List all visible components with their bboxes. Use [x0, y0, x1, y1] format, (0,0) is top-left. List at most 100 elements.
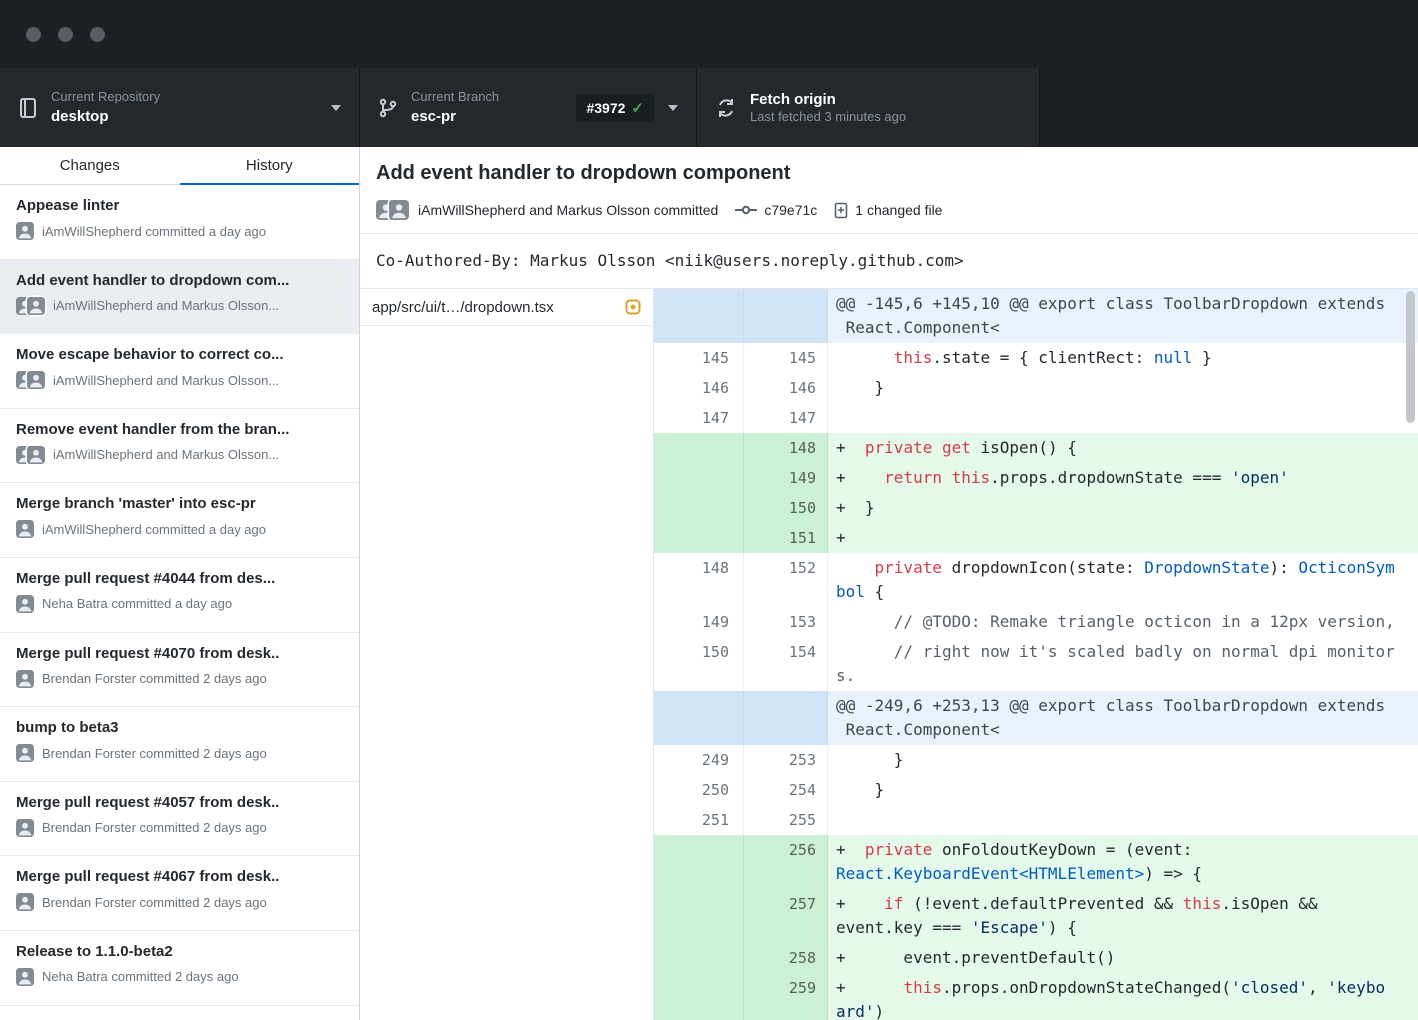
chevron-down-icon [331, 105, 341, 111]
avatar [16, 595, 34, 613]
commit-item[interactable]: Move escape behavior to correct co... iA… [0, 334, 359, 409]
toolbar-spacer [1040, 68, 1418, 147]
commit-meta-text: Neha Batra committed a day ago [42, 596, 232, 611]
avatar-stack [16, 371, 45, 389]
avatar [16, 893, 34, 911]
commit-meta-text: Brendan Forster committed 2 days ago [42, 820, 267, 835]
changed-files-label: 1 changed file [855, 202, 942, 218]
commit-meta: Brendan Forster committed 2 days ago [16, 744, 345, 762]
close-button[interactable] [26, 27, 41, 42]
diff-line: 150154 // right now it's scaled badly on… [654, 637, 1418, 691]
diff-line: 259+ this.props.onDropdownStateChanged('… [654, 973, 1418, 1020]
diff-line: 257+ if (!event.defaultPrevented && this… [654, 889, 1418, 943]
file-path: app/src/ui/t…/dropdown.tsx [372, 299, 554, 316]
sidebar: Changes History Appease linter iAmWillSh… [0, 147, 360, 1020]
commit-item[interactable]: Remove event handler from the bran... iA… [0, 409, 359, 484]
diff-line: 148152 private dropdownIcon(state: Dropd… [654, 553, 1418, 607]
commit-meta-text: iAmWillShepherd committed a day ago [42, 224, 266, 239]
fetch-origin-label: Fetch origin [750, 90, 906, 109]
avatar-stack [16, 446, 45, 464]
avatar [16, 670, 34, 688]
commit-title: Remove event handler from the bran... [16, 421, 345, 438]
diff-line: 150+ } [654, 493, 1418, 523]
ci-check-icon: ✓ [631, 99, 644, 117]
commit-avatars [376, 200, 409, 220]
avatar [389, 200, 409, 220]
avatar-stack [16, 595, 34, 613]
avatar [27, 446, 45, 464]
avatar-stack [16, 819, 34, 837]
diff-hunk-header: @@ -145,6 +145,10 @@ export class Toolba… [654, 289, 1418, 343]
toolbar-fetch-button[interactable]: Fetch origin Last fetched 3 minutes ago [697, 68, 1040, 147]
tab-history[interactable]: History [180, 147, 360, 185]
avatar-stack [16, 520, 34, 538]
commit-description: Co-Authored-By: Markus Olsson <niik@user… [360, 234, 1418, 289]
commit-meta: Neha Batra committed a day ago [16, 595, 345, 613]
commit-item[interactable]: Add event handler to dropdown com... iAm… [0, 260, 359, 335]
commit-icon [734, 203, 758, 217]
commit-meta: iAmWillShepherd and Markus Olsson... [16, 297, 345, 315]
commit-item[interactable]: Merge pull request #4057 from desk.. Bre… [0, 782, 359, 857]
minimize-button[interactable] [58, 27, 73, 42]
commit-meta: iAmWillShepherd committed a day ago [16, 222, 345, 240]
avatar [16, 744, 34, 762]
commit-item[interactable]: Release to 1.1.0-beta2 Neha Batra commit… [0, 931, 359, 1006]
commit-meta: iAmWillShepherd and Markus Olsson... [16, 446, 345, 464]
commit-meta: Brendan Forster committed 2 days ago [16, 893, 345, 911]
avatar-stack [16, 222, 34, 240]
scrollbar-thumb[interactable] [1406, 291, 1415, 423]
current-branch-label: Current Branch [411, 89, 499, 105]
tab-changes[interactable]: Changes [0, 147, 180, 185]
avatar [16, 520, 34, 538]
diff-view: @@ -145,6 +145,10 @@ export class Toolba… [654, 289, 1418, 1020]
modified-status-icon [625, 299, 641, 315]
commit-title: Merge pull request #4044 from des... [16, 570, 345, 587]
commit-meta-text: Brendan Forster committed 2 days ago [42, 895, 267, 910]
diff-hunk-header: @@ -249,6 +253,13 @@ export class Toolba… [654, 691, 1418, 745]
toolbar-repository-button[interactable]: Current Repository desktop [0, 68, 360, 147]
commit-title: Move escape behavior to correct co... [16, 346, 345, 363]
diff-line: 256+ private onFoldoutKeyDown = (event: … [654, 835, 1418, 889]
diff-line: 147147 [654, 403, 1418, 433]
diff-line: 149+ return this.props.dropdownState ===… [654, 463, 1418, 493]
commit-meta-text: iAmWillShepherd committed a day ago [42, 522, 266, 537]
diff-line: 251255 [654, 805, 1418, 835]
last-fetched-label: Last fetched 3 minutes ago [750, 109, 906, 125]
avatar-stack [16, 968, 34, 986]
diff-line: 145145 this.state = { clientRect: null } [654, 343, 1418, 373]
commit-meta-text: iAmWillShepherd and Markus Olsson... [53, 373, 279, 388]
avatar [16, 222, 34, 240]
commit-meta-row: iAmWillShepherd and Markus Olsson commit… [376, 195, 1402, 225]
repository-name: desktop [51, 107, 160, 126]
chevron-down-icon [668, 105, 678, 111]
commit-title-heading: Add event handler to dropdown component [376, 161, 1402, 185]
avatar-stack [16, 893, 34, 911]
commit-item[interactable]: Merge pull request #4070 from desk.. Bre… [0, 633, 359, 708]
commit-item[interactable]: bump to beta3 Brendan Forster committed … [0, 707, 359, 782]
diff-rows: @@ -145,6 +145,10 @@ export class Toolba… [654, 289, 1418, 1020]
commit-title: Release to 1.1.0-beta2 [16, 943, 345, 960]
changed-file-icon [833, 202, 849, 219]
zoom-button[interactable] [90, 27, 105, 42]
diff-line: 258+ event.preventDefault() [654, 943, 1418, 973]
commit-item[interactable]: Merge branch 'master' into esc-pr iAmWil… [0, 483, 359, 558]
commit-summary-header: Add event handler to dropdown component … [360, 147, 1418, 234]
pr-status-badge: #3972 ✓ [576, 94, 654, 122]
committers-label: iAmWillShepherd and Markus Olsson commit… [418, 202, 718, 218]
avatar-stack [16, 670, 34, 688]
commit-item[interactable]: Merge pull request #4044 from des... Neh… [0, 558, 359, 633]
commit-item[interactable]: Appease linter iAmWillShepherd committed… [0, 185, 359, 260]
diff-line: 249253 } [654, 745, 1418, 775]
diff-line: 149153 // @TODO: Remake triangle octicon… [654, 607, 1418, 637]
commit-meta-text: Neha Batra committed 2 days ago [42, 969, 239, 984]
commit-detail: Add event handler to dropdown component … [360, 147, 1418, 1020]
commit-title: Merge pull request #4070 from desk.. [16, 645, 345, 662]
avatar [27, 371, 45, 389]
commit-item[interactable]: Merge pull request #4067 from desk.. Bre… [0, 856, 359, 931]
commit-title: Merge branch 'master' into esc-pr [16, 495, 345, 512]
sync-icon [715, 97, 737, 119]
commit-item[interactable]: Merge pull request #4072 from des... [0, 1006, 359, 1020]
toolbar-branch-button[interactable]: Current Branch esc-pr #3972 ✓ [360, 68, 697, 147]
titlebar [0, 0, 1418, 68]
file-item[interactable]: app/src/ui/t…/dropdown.tsx [360, 289, 653, 326]
